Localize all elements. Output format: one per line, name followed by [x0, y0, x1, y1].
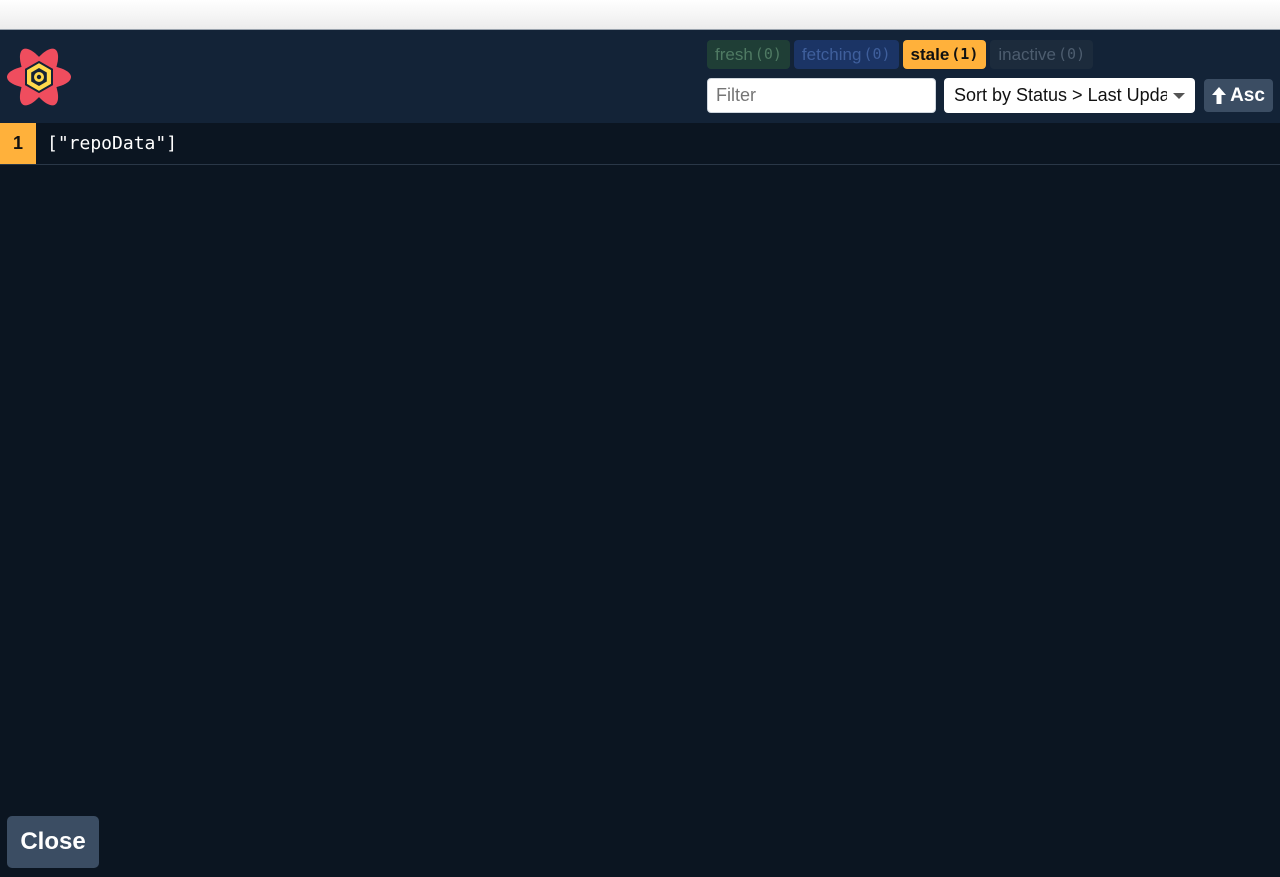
- inactive-status-badge[interactable]: inactive (0): [990, 40, 1094, 69]
- status-filter-badges: fresh (0) fetching (0) stale (1) inactive (0…: [707, 40, 1094, 69]
- fresh-label: fresh: [715, 45, 753, 64]
- stale-count: (1): [951, 45, 979, 63]
- devtools-header: fresh (0) fetching (0) stale (1) inactive (0…: [0, 30, 1280, 123]
- close-button[interactable]: Close: [7, 816, 99, 868]
- sort-direction-label: Asc: [1230, 84, 1265, 106]
- sort-direction-button[interactable]: Asc: [1204, 79, 1273, 112]
- stale-label: stale: [910, 45, 950, 64]
- chevron-down-icon: [1173, 92, 1185, 99]
- inactive-count: (0): [1058, 45, 1086, 63]
- fetching-status-badge[interactable]: fetching (0): [793, 40, 899, 69]
- browser-top-strip: [0, 0, 1280, 30]
- fresh-status-badge[interactable]: fresh (0): [707, 40, 790, 69]
- query-key: ["repoData"]: [47, 133, 178, 154]
- sort-select-value: Sort by Status > Last Updated: [954, 85, 1167, 105]
- stale-status-badge[interactable]: stale (1): [902, 40, 987, 69]
- query-row[interactable]: 1 ["repoData"]: [0, 123, 1280, 165]
- filter-input[interactable]: [707, 78, 936, 113]
- devtools-panel: fresh (0) fetching (0) stale (1) inactive (0…: [0, 30, 1280, 877]
- sort-select[interactable]: Sort by Status > Last Updated: [944, 78, 1195, 113]
- observer-count-badge: 1: [0, 123, 36, 164]
- fresh-count: (0): [754, 45, 782, 63]
- fetching-count: (0): [863, 45, 891, 63]
- fetching-label: fetching: [801, 45, 862, 64]
- react-query-logo-icon[interactable]: [6, 47, 72, 107]
- arrow-up-icon: [1212, 87, 1227, 104]
- inactive-label: inactive: [998, 45, 1057, 64]
